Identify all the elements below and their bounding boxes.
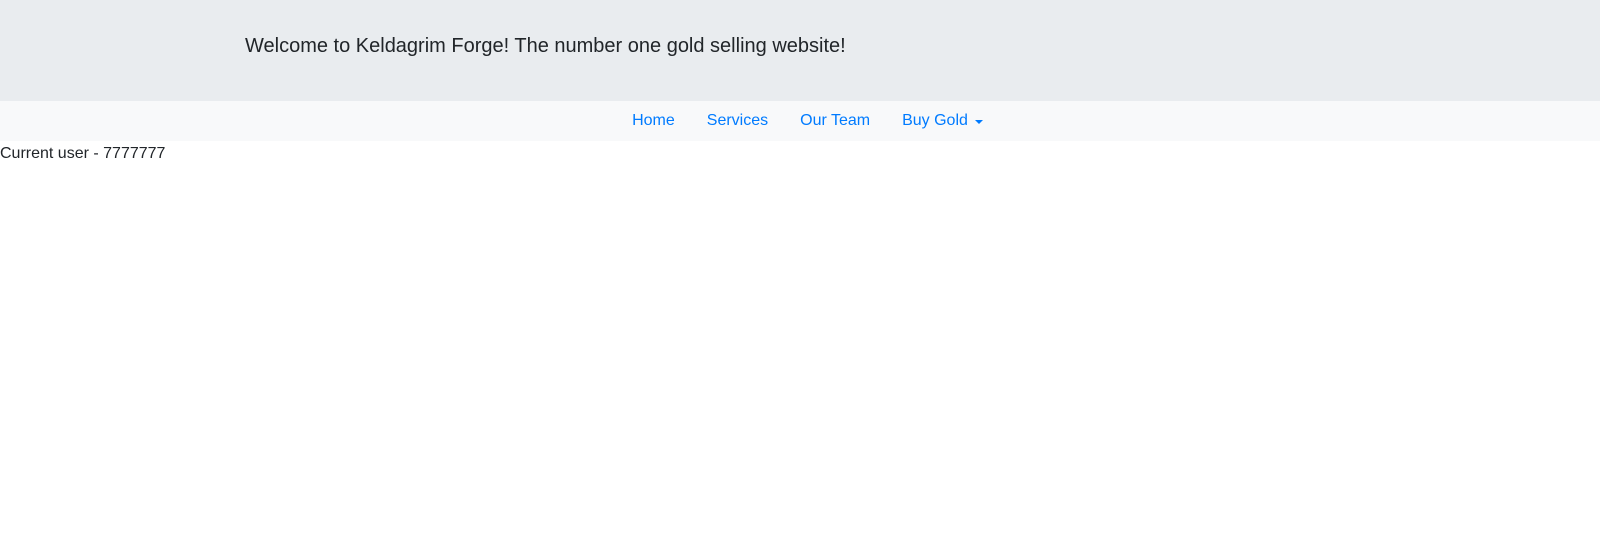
nav-item-our-team: Our Team: [784, 111, 886, 131]
nav-item-services: Services: [691, 111, 784, 131]
nav-link-home[interactable]: Home: [616, 111, 691, 131]
current-user-text: Current user - 7777777: [0, 145, 166, 162]
nav-link-services[interactable]: Services: [691, 111, 784, 131]
header-banner: Welcome to Keldagrim Forge! The number o…: [0, 0, 1600, 101]
buy-gold-dropdown-toggle[interactable]: Buy Gold: [886, 111, 999, 131]
nav-link-services-label: Services: [706, 112, 769, 129]
nav-link-our-team-label: Our Team: [800, 112, 871, 129]
nav-item-home: Home: [616, 111, 691, 131]
main-navbar: Home Services Our Team Buy Gold: [0, 101, 1600, 141]
nav-list: Home Services Our Team Buy Gold: [616, 111, 999, 131]
nav-link-home-label: Home: [632, 112, 675, 129]
nav-link-our-team[interactable]: Our Team: [784, 111, 886, 131]
nav-item-buy-gold: Buy Gold: [886, 111, 999, 131]
welcome-heading: Welcome to Keldagrim Forge! The number o…: [245, 35, 846, 57]
nav-link-buy-gold-label: Buy Gold: [902, 112, 968, 129]
caret-down-icon: [974, 119, 983, 124]
